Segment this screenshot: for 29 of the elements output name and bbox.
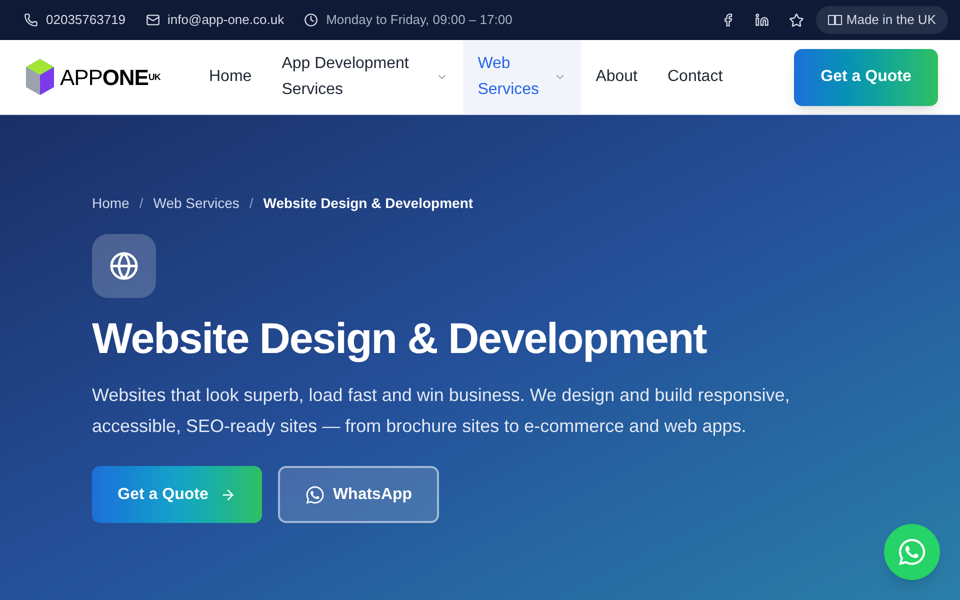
flag-icon [828, 15, 842, 25]
whatsapp-icon [304, 484, 325, 504]
nav-item[interactable]: App Development Services [266, 40, 463, 114]
phone-number[interactable]: 02035763719 [46, 10, 126, 30]
badge-text: Made in the UK [846, 11, 936, 30]
clock-icon [304, 13, 318, 27]
nav-item[interactable]: Web Services [462, 40, 581, 114]
breadcrumb-item[interactable]: Web Services [153, 193, 240, 214]
mail-icon [146, 13, 160, 27]
whatsapp-icon [897, 537, 927, 567]
phone-icon [24, 13, 38, 27]
breadcrumb-item[interactable]: Home [92, 193, 130, 214]
whatsapp-button[interactable]: WhatsApp [278, 466, 439, 523]
star-icon[interactable] [789, 12, 804, 28]
opening-hours: Monday to Friday, 09:00 – 17:00 [326, 11, 512, 30]
breadcrumb-separator: / [139, 194, 144, 213]
nav-item[interactable]: About [580, 40, 652, 114]
logo[interactable]: APPONE$^{UK}$ [24, 57, 184, 97]
linkedin-icon[interactable] [755, 13, 770, 27]
nav-item[interactable]: Contact [652, 40, 738, 114]
cube-logo-icon [24, 57, 56, 97]
breadcrumb-item: Website Design & Development [263, 194, 474, 213]
email-address[interactable]: info@app-one.co.uk [168, 10, 284, 30]
globe-icon [109, 251, 139, 281]
nav-item[interactable]: Home [194, 40, 267, 114]
breadcrumb-separator: / [249, 194, 254, 213]
page-title: Website Design & Development [92, 314, 708, 365]
hero-description: Websites that look superb, load fast and win business. We design and build responsive, accessible, SEO-ready sites — from brochure sites to e-commerce and web apps. [92, 384, 791, 438]
logo-text: APPONE$^{UK}$ [60, 64, 160, 92]
